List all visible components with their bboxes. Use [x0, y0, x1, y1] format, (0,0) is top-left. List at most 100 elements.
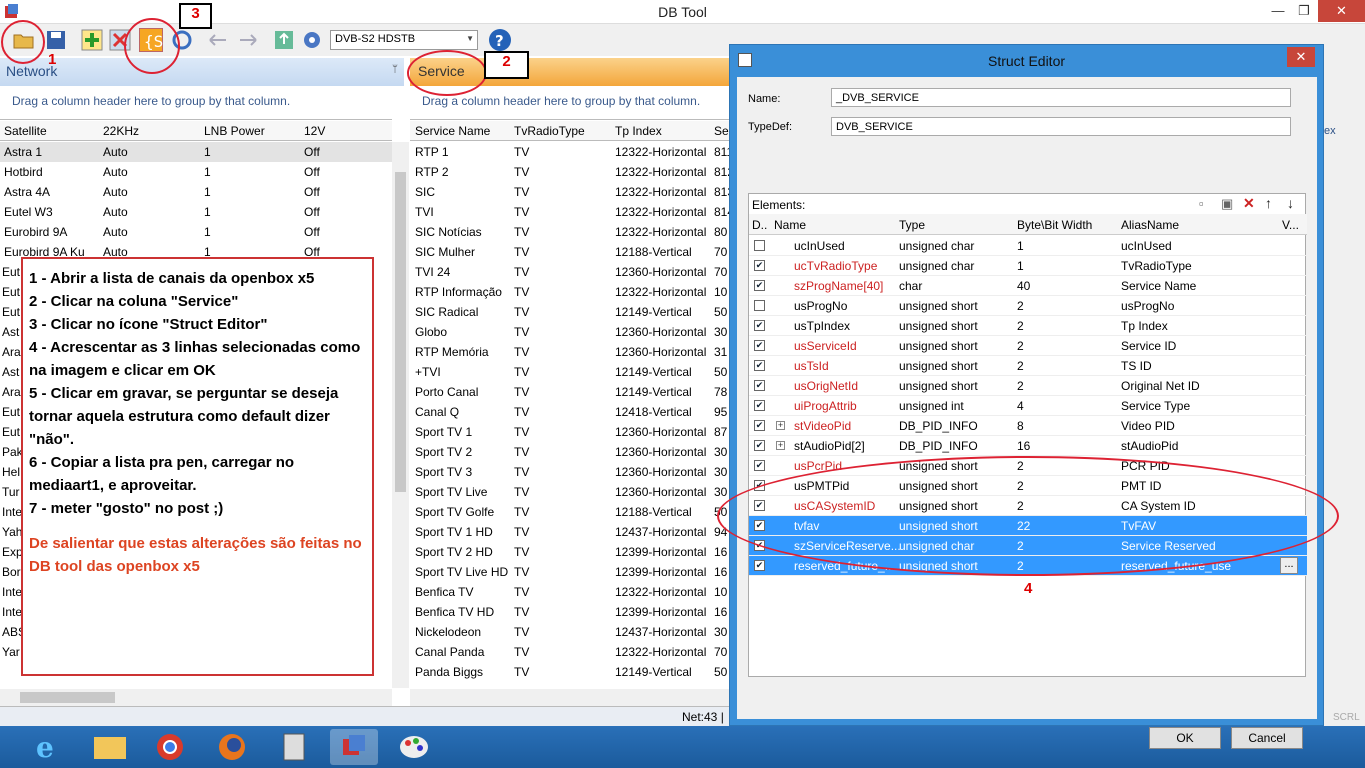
- table-row[interactable]: Canal Panda TV 12322-Horizontal 70: [410, 642, 730, 662]
- table-row[interactable]: Sport TV Live TV 12360-Horizontal 30: [410, 482, 730, 502]
- element-checkbox[interactable]: ✔: [754, 420, 765, 431]
- service-hscroll[interactable]: [410, 689, 730, 706]
- element-checkbox[interactable]: ✔: [754, 260, 765, 271]
- col-tp-index[interactable]: Tp Index: [615, 124, 662, 138]
- element-row[interactable]: ✔ usOrigNetId unsigned short 2 Original Net …: [749, 376, 1307, 396]
- table-row[interactable]: Nickelodeon TV 12437-Horizontal 30: [410, 622, 730, 642]
- move-down-icon[interactable]: ↓: [1287, 195, 1294, 211]
- table-row[interactable]: Globo TV 12360-Horizontal 30: [410, 322, 730, 342]
- export-icon[interactable]: [272, 28, 296, 52]
- table-row[interactable]: Eutel W3 Auto 1 Off: [0, 202, 392, 222]
- col-service-name[interactable]: Service Name: [415, 124, 490, 138]
- table-row[interactable]: Yah: [0, 522, 22, 542]
- delete-element-icon[interactable]: ✕: [1243, 195, 1255, 212]
- table-row[interactable]: Sport TV 1 HD TV 12437-Horizontal 94: [410, 522, 730, 542]
- table-row[interactable]: Sport TV Live HD TV 12399-Horizontal 16: [410, 562, 730, 582]
- table-row[interactable]: RTP Informação TV 12322-Horizontal 10: [410, 282, 730, 302]
- table-row[interactable]: SIC Mulher TV 12188-Vertical 70: [410, 242, 730, 262]
- table-row[interactable]: Sport TV 2 HD TV 12399-Horizontal 16: [410, 542, 730, 562]
- table-row[interactable]: TVI TV 12322-Horizontal 814: [410, 202, 734, 222]
- table-row[interactable]: Panda Biggs TV 12149-Vertical 50: [410, 662, 730, 682]
- table-row[interactable]: SIC Notícias TV 12322-Horizontal 80: [410, 222, 730, 242]
- table-row[interactable]: Inte: [0, 602, 22, 622]
- firefox-icon[interactable]: [208, 729, 256, 765]
- col-tvradiotype[interactable]: TvRadioType: [514, 124, 585, 138]
- dialog-close-button[interactable]: ✕: [1287, 47, 1315, 67]
- element-checkbox[interactable]: ✔: [754, 340, 765, 351]
- pin-icon[interactable]: ᛘ: [392, 64, 398, 75]
- table-row[interactable]: Eut: [0, 402, 20, 422]
- table-row[interactable]: Hel: [0, 462, 20, 482]
- table-row[interactable]: Ara: [0, 342, 21, 362]
- add-icon[interactable]: [80, 28, 104, 52]
- network-group-area[interactable]: Drag a column header here to group by th…: [0, 86, 392, 120]
- element-checkbox[interactable]: ✔: [754, 460, 765, 471]
- table-row[interactable]: Astra 4A Auto 1 Off: [0, 182, 392, 202]
- ok-button[interactable]: OK: [1149, 727, 1221, 749]
- network-vscroll[interactable]: [392, 142, 409, 688]
- col-alias[interactable]: AliasName: [1121, 218, 1179, 232]
- table-row[interactable]: RTP 2 TV 12322-Horizontal 812: [410, 162, 734, 182]
- expand-icon[interactable]: +: [776, 421, 785, 430]
- table-row[interactable]: SIC Radical TV 12149-Vertical 50: [410, 302, 730, 322]
- name-field[interactable]: _DVB_SERVICE: [831, 88, 1291, 107]
- table-row[interactable]: Eut: [0, 282, 20, 302]
- element-checkbox[interactable]: ✔: [754, 360, 765, 371]
- table-row[interactable]: Inte: [0, 502, 22, 522]
- table-row[interactable]: Eut: [0, 262, 20, 282]
- element-checkbox[interactable]: [754, 240, 765, 251]
- element-row[interactable]: ✔ szProgName[40] char 40 Service Name: [749, 276, 1307, 296]
- col-type[interactable]: Type: [899, 218, 925, 232]
- table-row[interactable]: Sport TV 2 TV 12360-Horizontal 30: [410, 442, 730, 462]
- element-row[interactable]: usProgNo unsigned short 2 usProgNo: [749, 296, 1307, 316]
- calculator-icon[interactable]: [270, 729, 318, 765]
- network-hscroll[interactable]: [0, 689, 392, 706]
- save-icon[interactable]: [44, 28, 68, 52]
- col-12v[interactable]: 12V: [304, 124, 325, 138]
- back-icon[interactable]: [206, 28, 230, 52]
- copy-element-icon[interactable]: ▣: [1221, 196, 1233, 212]
- table-row[interactable]: Sport TV 1 TV 12360-Horizontal 87: [410, 422, 730, 442]
- file-explorer-icon[interactable]: [86, 729, 134, 765]
- element-checkbox[interactable]: ✔: [754, 560, 765, 571]
- table-row[interactable]: Exp: [0, 542, 23, 562]
- help-icon[interactable]: ?: [488, 28, 512, 52]
- paint-icon[interactable]: [390, 729, 438, 765]
- chrome-icon[interactable]: [146, 729, 194, 765]
- cancel-button[interactable]: Cancel: [1231, 727, 1303, 749]
- table-row[interactable]: TVI 24 TV 12360-Horizontal 70: [410, 262, 730, 282]
- col-satellite[interactable]: Satellite: [4, 124, 47, 138]
- receiver-model-select[interactable]: DVB-S2 HDSTB ▼: [330, 30, 478, 50]
- dbtool-task-icon[interactable]: [330, 729, 378, 765]
- table-row[interactable]: Pak: [0, 442, 23, 462]
- table-row[interactable]: Canal Q TV 12418-Vertical 95: [410, 402, 730, 422]
- element-row[interactable]: ✔ + stVideoPid DB_PID_INFO 8 Video PID: [749, 416, 1307, 436]
- value-ellipsis-button[interactable]: ...: [1280, 557, 1298, 574]
- table-row[interactable]: Eut: [0, 302, 20, 322]
- col-name[interactable]: Name: [774, 218, 806, 232]
- element-checkbox[interactable]: [754, 300, 765, 311]
- table-row[interactable]: Ast: [0, 362, 20, 382]
- table-row[interactable]: Bor: [0, 562, 21, 582]
- table-row[interactable]: Hotbird Auto 1 Off: [0, 162, 392, 182]
- element-checkbox[interactable]: ✔: [754, 440, 765, 451]
- element-row[interactable]: ✔ uiProgAttrib unsigned int 4 Service Type: [749, 396, 1307, 416]
- table-row[interactable]: Inte: [0, 582, 22, 602]
- table-row[interactable]: ABS: [0, 622, 26, 642]
- table-row[interactable]: Tur: [0, 482, 20, 502]
- element-checkbox[interactable]: ✔: [754, 320, 765, 331]
- element-row[interactable]: ✔ usServiceId unsigned short 2 Service ID: [749, 336, 1307, 356]
- close-button[interactable]: ✕: [1318, 0, 1365, 22]
- table-row[interactable]: Ara: [0, 382, 21, 402]
- col-d[interactable]: D..: [752, 218, 767, 232]
- table-row[interactable]: Eurobird 9A Auto 1 Off: [0, 222, 392, 242]
- move-up-icon[interactable]: ↑: [1265, 195, 1272, 211]
- table-row[interactable]: Sport TV 3 TV 12360-Horizontal 30: [410, 462, 730, 482]
- col-22khz[interactable]: 22KHz: [103, 124, 139, 138]
- table-row[interactable]: Astra 1 Auto 1 Off: [0, 142, 392, 162]
- col-width[interactable]: Byte\Bit Width: [1017, 218, 1092, 232]
- element-checkbox[interactable]: ✔: [754, 400, 765, 411]
- col-v[interactable]: V...: [1282, 218, 1299, 232]
- table-row[interactable]: Porto Canal TV 12149-Vertical 78: [410, 382, 730, 402]
- table-row[interactable]: Yar: [0, 642, 20, 662]
